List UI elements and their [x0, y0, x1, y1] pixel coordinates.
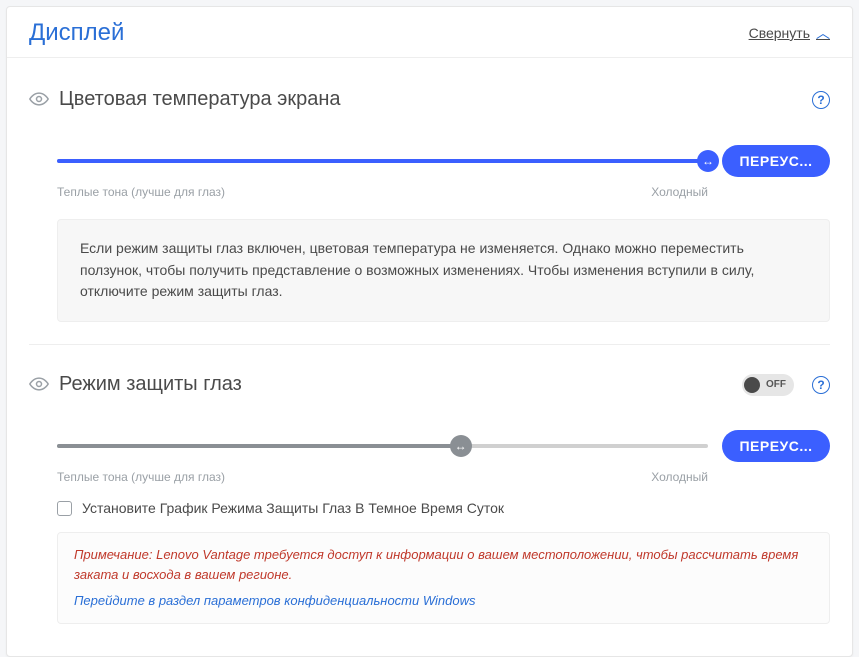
eye-care-toggle[interactable]: OFF [742, 374, 794, 396]
warm-label: Теплые тона (лучше для глаз) [57, 185, 225, 199]
cold-label: Холодный [651, 470, 708, 484]
checkbox-label: Установите График Режима Защиты Глаз В Т… [82, 500, 504, 516]
warm-label: Теплые тона (лучше для глаз) [57, 470, 225, 484]
schedule-checkbox-row[interactable]: Установите График Режима Защиты Глаз В Т… [57, 500, 830, 516]
eye-icon [29, 376, 49, 394]
slider-fill [57, 444, 461, 448]
chevron-up-icon: ︿ [816, 23, 830, 43]
panel-title: Дисплей [29, 19, 124, 47]
eye-care-slider[interactable]: ↔ [57, 437, 708, 455]
panel-body: Цветовая температура экрана ? ↔ ПЕРЕУС..… [7, 57, 852, 656]
cold-label: Холодный [651, 185, 708, 199]
panel-header: Дисплей Свернуть ︿ [7, 7, 852, 57]
slider-thumb[interactable]: ↔ [697, 150, 719, 172]
location-notice: Примечание: Lenovo Vantage требуется дос… [57, 532, 830, 624]
slider-thumb[interactable]: ↔ [450, 435, 472, 457]
slider-row: ↔ ПЕРЕУС... [57, 430, 830, 462]
section-head: Режим защиты глаз OFF ? [29, 373, 830, 396]
color-temp-slider[interactable]: ↔ [57, 152, 708, 170]
toggle-label: OFF [766, 379, 786, 390]
help-icon[interactable]: ? [812, 91, 830, 109]
eye-icon [29, 91, 49, 109]
slider-labels: Теплые тона (лучше для глаз) Холодный [57, 185, 708, 199]
section-color-temperature: Цветовая температура экрана ? ↔ ПЕРЕУС..… [29, 76, 830, 344]
collapse-label: Свернуть [749, 25, 810, 41]
slider-fill [57, 159, 708, 163]
help-icon[interactable]: ? [812, 376, 830, 394]
reset-button[interactable]: ПЕРЕУС... [722, 145, 830, 177]
section-title: Цветовая температура экрана [59, 88, 802, 111]
display-panel: Дисплей Свернуть ︿ Цветовая температура … [6, 6, 853, 657]
section-eye-care: Режим защиты глаз OFF ? ↔ ПЕРЕУС... Тепл… [29, 344, 830, 646]
info-box: Если режим защиты глаз включен, цветовая… [57, 219, 830, 322]
section-title: Режим защиты глаз [59, 373, 732, 396]
toggle-knob [744, 377, 760, 393]
notice-text: Примечание: Lenovo Vantage требуется дос… [74, 547, 798, 582]
section-head: Цветовая температура экрана ? [29, 88, 830, 111]
reset-button[interactable]: ПЕРЕУС... [722, 430, 830, 462]
slider-row: ↔ ПЕРЕУС... [57, 145, 830, 177]
privacy-settings-link[interactable]: Перейдите в раздел параметров конфиденци… [74, 591, 813, 611]
slider-labels: Теплые тона (лучше для глаз) Холодный [57, 470, 708, 484]
collapse-link[interactable]: Свернуть ︿ [749, 23, 830, 43]
checkbox-icon[interactable] [57, 501, 72, 516]
